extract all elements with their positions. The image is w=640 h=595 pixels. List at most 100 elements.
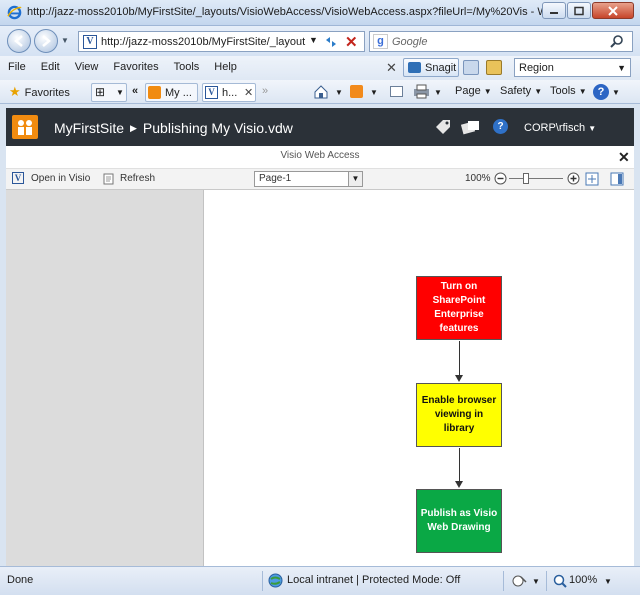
region-select[interactable]: Region ▼ (514, 58, 631, 77)
favorites-bar: ★ Favorites ⊞ ▼ « My ... V h... ✕ » ▼ ▼ ▼ … (0, 80, 640, 104)
intranet-globe-icon (268, 573, 283, 588)
help-icon[interactable]: ? (593, 84, 609, 100)
tab-my-site-label: My ... (165, 87, 192, 99)
shape-publish-web-drawing[interactable]: Publish as Visio Web Drawing (416, 489, 502, 553)
window-title: http://jazz-moss2010b/MyFirstSite/_layou… (27, 6, 552, 18)
breadcrumb-document: Publishing My Visio.vdw (142, 120, 293, 136)
security-zone[interactable]: Local intranet | Protected Mode: Off (287, 574, 460, 586)
rss-feed-icon[interactable] (350, 85, 363, 98)
zoom-slider-handle[interactable] (523, 173, 529, 184)
chevron-down-icon[interactable]: ▼ (612, 88, 620, 97)
status-zoom[interactable]: 100% (569, 574, 597, 586)
capture-window-icon[interactable] (463, 60, 479, 75)
refresh-button[interactable]: Refresh (120, 173, 155, 184)
page-menu[interactable]: Page ▼ (455, 85, 492, 97)
vwa-close-icon[interactable]: ✕ (618, 149, 630, 166)
help-icon[interactable]: ? (493, 119, 508, 134)
title-bar: http://jazz-moss2010b/MyFirstSite/_layou… (0, 0, 640, 26)
tab-scroll-right-icon[interactable]: » (262, 85, 268, 97)
safety-menu-label: Safety (500, 85, 532, 97)
snagit-editor-icon[interactable] (486, 60, 502, 75)
tab-scroll-left-icon[interactable]: « (132, 85, 138, 97)
back-button[interactable] (7, 29, 31, 53)
refresh-icon[interactable] (323, 34, 339, 50)
zoom-slider-track[interactable] (509, 178, 563, 179)
chevron-down-icon: ▼ (578, 87, 587, 96)
read-mail-icon[interactable] (390, 86, 403, 97)
maximize-button[interactable] (567, 2, 591, 19)
snagit-button[interactable]: Snagit (403, 58, 459, 77)
sharepoint-logo-icon[interactable] (12, 115, 38, 139)
forward-arrow-icon (42, 35, 51, 47)
search-icon[interactable] (610, 35, 624, 49)
tag-icon[interactable] (434, 119, 452, 135)
chevron-down-icon[interactable]: ▼ (335, 88, 343, 97)
chevron-down-icon: ▼ (483, 87, 492, 96)
address-bar[interactable]: V http://jazz-moss2010b/MyFirstSite/_lay… (78, 31, 365, 52)
divider (262, 571, 263, 591)
safety-menu[interactable]: Safety ▼ (500, 85, 542, 97)
breadcrumb-site-link[interactable]: MyFirstSite (54, 120, 124, 136)
menu-file[interactable]: File (8, 61, 26, 73)
notes-icon[interactable] (461, 119, 481, 135)
visio-favicon-icon: V (205, 86, 218, 99)
chevron-down-icon: ▼ (588, 124, 597, 133)
vwa-title: Visio Web Access (280, 150, 360, 161)
menu-favorites[interactable]: Favorites (113, 61, 158, 73)
home-icon[interactable] (313, 84, 329, 99)
menu-edit[interactable]: Edit (41, 61, 60, 73)
favorites-button[interactable]: ★ Favorites (9, 84, 70, 100)
zoom-in-icon[interactable] (567, 172, 580, 185)
chevron-down-icon[interactable]: ▼ (434, 88, 442, 97)
shape-enable-browser-viewing[interactable]: Enable browser viewing in library (416, 383, 502, 447)
sharepoint-header: MyFirstSite ▶ Publishing My Visio.vdw ? CO… (6, 108, 634, 146)
chevron-down-icon[interactable]: ▼ (370, 88, 378, 97)
fit-to-window-icon[interactable] (585, 172, 599, 186)
chevron-down-icon[interactable]: ▼ (604, 577, 612, 586)
breadcrumb-arrow-icon: ▶ (130, 123, 137, 133)
page-select[interactable]: Page-1 ▼ (254, 171, 363, 187)
tools-menu[interactable]: Tools ▼ (550, 85, 587, 97)
zoom-out-icon[interactable] (494, 172, 507, 185)
status-text: Done (7, 574, 34, 586)
visio-icon: V (12, 172, 24, 184)
quick-tabs-button[interactable]: ⊞ ▼ (91, 83, 127, 102)
stop-icon[interactable]: ✕ (345, 33, 358, 51)
user-name: CORP\rfisch (524, 122, 586, 134)
open-in-visio-button[interactable]: Open in Visio (31, 173, 90, 184)
menu-view[interactable]: View (75, 61, 99, 73)
window-frame-right (634, 104, 640, 566)
close-tab-icon[interactable]: ✕ (244, 86, 253, 99)
left-pane (6, 190, 204, 566)
refresh-icon (103, 173, 114, 185)
chevron-down-icon: ▼ (534, 87, 543, 96)
divider (503, 571, 504, 591)
close-button[interactable] (592, 2, 634, 19)
tab-my-site[interactable]: My ... (145, 83, 198, 102)
history-dropdown-icon[interactable]: ▼ (61, 36, 69, 45)
shape-turn-on-features[interactable]: Turn on SharePoint Enterprise features (416, 276, 502, 340)
connector-line (459, 341, 460, 376)
drawing-canvas[interactable]: Turn on SharePoint Enterprise features E… (204, 190, 634, 566)
chevron-down-icon[interactable]: ▼ (532, 577, 540, 586)
close-toolbar-icon[interactable]: ✕ (386, 60, 397, 76)
minimize-button[interactable] (542, 2, 566, 19)
protected-mode-icon[interactable] (512, 574, 528, 588)
favorites-label: Favorites (24, 87, 70, 99)
print-icon[interactable] (413, 84, 430, 99)
divider (546, 571, 547, 591)
address-input[interactable]: http://jazz-moss2010b/MyFirstSite/_layou… (101, 36, 306, 48)
forward-button[interactable] (34, 29, 58, 53)
menu-bar: File Edit View Favorites Tools Help ✕ Sn… (0, 56, 640, 80)
menu-tools[interactable]: Tools (174, 61, 200, 73)
menu-help[interactable]: Help (214, 61, 237, 73)
search-box[interactable]: g Google (369, 31, 633, 52)
address-dropdown-icon[interactable]: ▼ (309, 35, 318, 45)
search-input[interactable]: Google (392, 36, 427, 48)
page-menu-label: Page (455, 85, 481, 97)
back-arrow-icon (14, 35, 23, 47)
info-pane-icon[interactable] (610, 172, 624, 186)
tab-visio-active[interactable]: V h... ✕ (202, 83, 256, 102)
vwa-toolbar: V Open in Visio Refresh Page-1 ▼ 100% (6, 168, 634, 190)
user-menu[interactable]: CORP\rfisch ▼ (524, 122, 596, 134)
